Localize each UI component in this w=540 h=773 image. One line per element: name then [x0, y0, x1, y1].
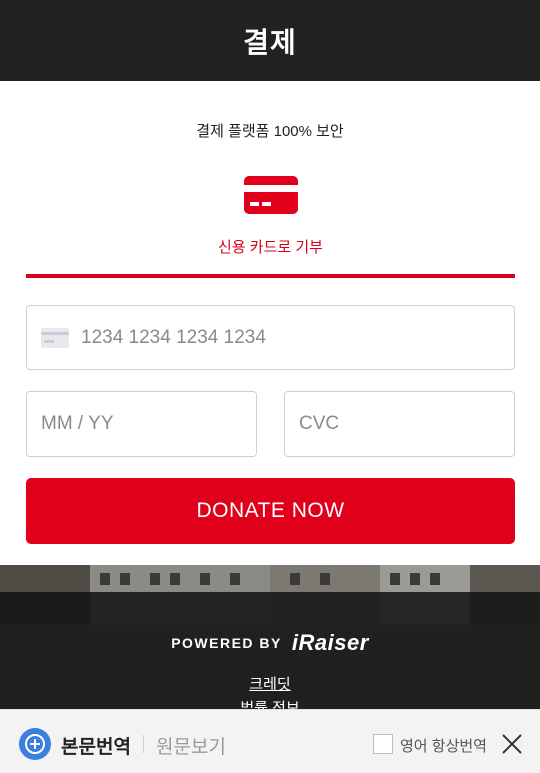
card-number-input[interactable]: [81, 326, 514, 349]
secure-platform-text: 결제 플랫폼 100% 보안: [196, 123, 344, 140]
payment-method-label: 신용 카드로 기부: [218, 239, 323, 256]
expiry-input[interactable]: [41, 413, 256, 435]
translated-view-label[interactable]: 본문번역: [61, 732, 131, 759]
credits-link[interactable]: 크레딧: [0, 673, 540, 694]
active-tab-indicator: [26, 274, 515, 278]
powered-by: POWERED BY iRaiser: [0, 630, 540, 656]
header-bar: 결제: [0, 0, 540, 81]
legal-link[interactable]: 법률 정보: [0, 700, 540, 709]
cvc-field[interactable]: [284, 391, 515, 457]
card-brand-icon: [41, 327, 69, 348]
card-number-field[interactable]: [26, 305, 515, 370]
expiry-field[interactable]: [26, 391, 257, 457]
translation-bar: 본문번역 원문보기 영어 항상번역: [0, 709, 540, 773]
close-icon[interactable]: [501, 733, 523, 755]
original-view-button[interactable]: 원문보기: [156, 732, 226, 759]
powered-by-text: POWERED BY: [171, 635, 282, 651]
always-translate-checkbox[interactable]: [373, 734, 393, 754]
credit-card-icon: [244, 176, 298, 214]
cvc-input[interactable]: [299, 413, 514, 435]
iraiser-logo: iRaiser: [291, 630, 369, 655]
payment-method-credit-card-tab[interactable]: 신용 카드로 기부: [26, 170, 515, 278]
always-translate-label: 영어 항상번역: [400, 738, 487, 755]
divider: [143, 735, 144, 753]
donate-now-button[interactable]: DONATE NOW: [26, 478, 515, 544]
page-title: 결제: [243, 26, 297, 58]
translate-logo-icon: [19, 728, 51, 760]
